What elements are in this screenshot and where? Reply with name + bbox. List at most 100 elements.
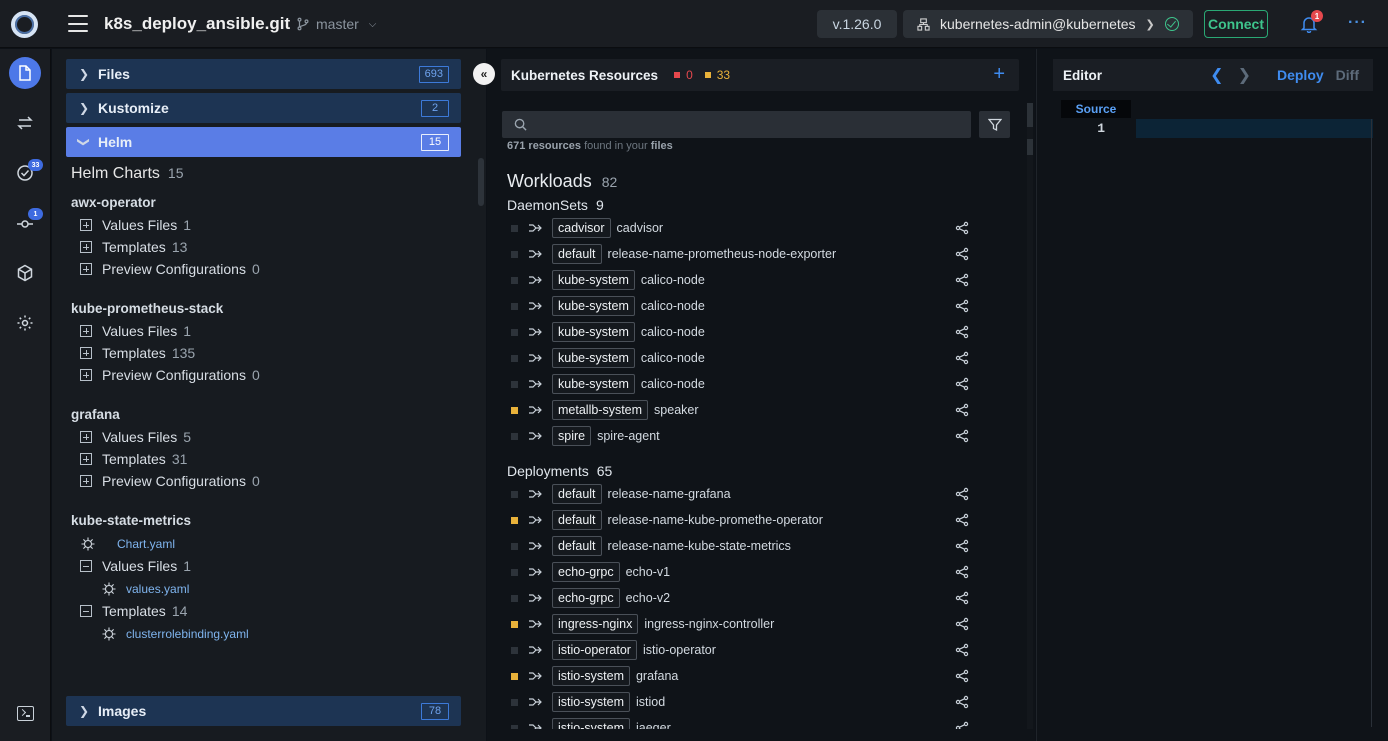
- expand-icon: [80, 369, 92, 381]
- tree-label: Values Files: [102, 217, 178, 233]
- cluster-selector[interactable]: kubernetes-admin@kubernetes ❯: [903, 10, 1193, 38]
- editor-pane: Editor ❮ ❯ Deploy Diff Source 1: [1036, 49, 1388, 741]
- share-graph-icon[interactable]: [955, 643, 969, 657]
- chart-name[interactable]: kube-state-metrics: [71, 513, 191, 528]
- editor-header: Editor ❮ ❯ Deploy Diff: [1053, 59, 1373, 91]
- repo-title[interactable]: k8s_deploy_ansible.git: [104, 14, 290, 34]
- helm-wheel-icon: [81, 537, 95, 551]
- chart-name[interactable]: kube-prometheus-stack: [71, 301, 223, 316]
- code-line[interactable]: 1: [1061, 119, 1373, 138]
- tree-row-templates[interactable]: Templates 13: [80, 237, 187, 257]
- hamburger-menu-icon[interactable]: [68, 15, 88, 32]
- section-kustomize[interactable]: ❯ Kustomize 2: [66, 93, 461, 123]
- share-graph-icon[interactable]: [955, 669, 969, 683]
- tree-row-values-files[interactable]: Values Files 1: [80, 556, 191, 576]
- git-branch-icon: [297, 17, 309, 31]
- tree-label: Templates: [102, 345, 166, 361]
- chart-name[interactable]: grafana: [71, 407, 120, 422]
- namespace-badge[interactable]: istio-system: [552, 692, 630, 712]
- collapse-pane-icon[interactable]: «: [473, 63, 495, 85]
- namespace-badge[interactable]: echo-grpc: [552, 562, 620, 582]
- namespace-badge[interactable]: default: [552, 510, 602, 530]
- file-explorer-icon[interactable]: [9, 57, 41, 89]
- share-graph-icon[interactable]: [955, 565, 969, 579]
- cluster-icon: [917, 17, 930, 31]
- compare-icon[interactable]: [9, 107, 41, 139]
- resource-name: release-name-kube-promethe-operator: [607, 513, 823, 527]
- workload-kind-icon: [529, 594, 542, 602]
- resource-row[interactable]: istio-system grafana: [511, 664, 975, 688]
- share-graph-icon[interactable]: [955, 539, 969, 553]
- tree-label: Values Files: [102, 323, 178, 339]
- namespace-badge[interactable]: istio-operator: [552, 640, 637, 660]
- section-files[interactable]: ❯ Files 693: [66, 59, 461, 89]
- helm-wheel-icon: [102, 627, 116, 641]
- resource-row[interactable]: istio-operator istio-operator: [511, 638, 975, 662]
- section-images[interactable]: ❯ Images 78: [66, 696, 461, 726]
- editor-ruler: [1371, 119, 1372, 727]
- monokle-logo[interactable]: [11, 11, 38, 38]
- tree-row-preview-configurations[interactable]: Preview Configurations 0: [80, 365, 260, 385]
- code-line-content[interactable]: [1136, 119, 1373, 138]
- diff-button[interactable]: Diff: [1336, 67, 1359, 83]
- namespace-badge[interactable]: istio-system: [552, 666, 630, 686]
- k8s-version-button[interactable]: v.1.26.0: [817, 10, 897, 38]
- tree-row-preview-configurations[interactable]: Preview Configurations 0: [80, 259, 260, 279]
- explorer-scrollbar[interactable]: [478, 158, 484, 206]
- forward-arrow-icon[interactable]: ❯: [1238, 65, 1251, 85]
- resource-name: echo-v1: [625, 565, 671, 579]
- resource-row[interactable]: echo-grpc echo-v2: [511, 586, 975, 610]
- templates-cube-icon[interactable]: [9, 257, 41, 289]
- namespace-badge[interactable]: ingress-nginx: [552, 614, 639, 634]
- deploy-button[interactable]: Deploy: [1277, 67, 1324, 83]
- back-arrow-icon[interactable]: ❮: [1210, 65, 1223, 85]
- file-values-yaml[interactable]: values.yaml: [102, 579, 189, 599]
- file-explorer-pane: ❯ Files 693 ❯ Kustomize 2 ❯ Helm 15 Helm…: [52, 49, 486, 741]
- share-graph-icon[interactable]: [955, 487, 969, 501]
- more-options-icon[interactable]: ···: [1348, 14, 1367, 32]
- resource-row[interactable]: echo-grpc echo-v1: [511, 560, 975, 584]
- tree-row-values-files[interactable]: Values Files 5: [80, 427, 191, 447]
- file-name: Chart.yaml: [117, 537, 176, 551]
- resource-row[interactable]: default release-name-kube-state-metrics: [511, 534, 975, 558]
- namespace-badge[interactable]: istio-system: [552, 718, 630, 729]
- chart-name[interactable]: awx-operator: [71, 195, 156, 210]
- file-clusterrolebinding-yaml[interactable]: clusterrolebinding.yaml: [102, 624, 249, 644]
- chevron-down-icon: ⌵: [368, 18, 377, 30]
- cluster-name: kubernetes-admin@kubernetes: [940, 16, 1136, 32]
- section-count: 15: [421, 133, 449, 151]
- workload-kind-icon: [529, 568, 542, 576]
- expand-icon: [80, 453, 92, 465]
- settings-gear-icon[interactable]: [9, 307, 41, 339]
- share-graph-icon[interactable]: [955, 695, 969, 709]
- tree-row-templates[interactable]: Templates 14: [80, 601, 187, 621]
- tree-row-templates[interactable]: Templates 135: [80, 343, 195, 363]
- namespace-badge[interactable]: echo-grpc: [552, 588, 620, 608]
- share-graph-icon[interactable]: [955, 513, 969, 527]
- connect-button[interactable]: Connect: [1204, 10, 1268, 38]
- tree-row-values-files[interactable]: Values Files 1: [80, 215, 191, 235]
- expand-icon: [80, 219, 92, 231]
- chevron-down-icon: ❯: [1145, 18, 1155, 31]
- tab-source[interactable]: Source: [1061, 100, 1131, 118]
- resource-row[interactable]: istio-system istiod: [511, 690, 975, 714]
- resource-row[interactable]: default release-name-grafana: [511, 482, 975, 506]
- branch-selector[interactable]: master ⌵: [296, 16, 376, 32]
- share-graph-icon[interactable]: [955, 591, 969, 605]
- share-graph-icon[interactable]: [955, 721, 969, 729]
- tree-row-templates[interactable]: Templates 31: [80, 449, 187, 469]
- section-helm[interactable]: ❯ Helm 15: [66, 127, 461, 157]
- share-graph-icon[interactable]: [955, 617, 969, 631]
- resource-row[interactable]: default release-name-kube-promethe-operat…: [511, 508, 975, 532]
- file-chart-yaml[interactable]: Chart.yaml: [81, 534, 175, 554]
- namespace-badge[interactable]: default: [552, 484, 602, 504]
- file-name: clusterrolebinding.yaml: [126, 627, 249, 641]
- terminal-icon[interactable]: [17, 706, 34, 721]
- tree-row-values-files[interactable]: Values Files 1: [80, 321, 191, 341]
- collapse-icon: [80, 560, 92, 572]
- resource-row[interactable]: istio-system jaeger: [511, 716, 975, 729]
- namespace-badge[interactable]: default: [552, 536, 602, 556]
- helm-charts-label: Helm Charts: [71, 165, 160, 182]
- resource-row[interactable]: ingress-nginx ingress-nginx-controller: [511, 612, 975, 636]
- tree-row-preview-configurations[interactable]: Preview Configurations 0: [80, 471, 260, 491]
